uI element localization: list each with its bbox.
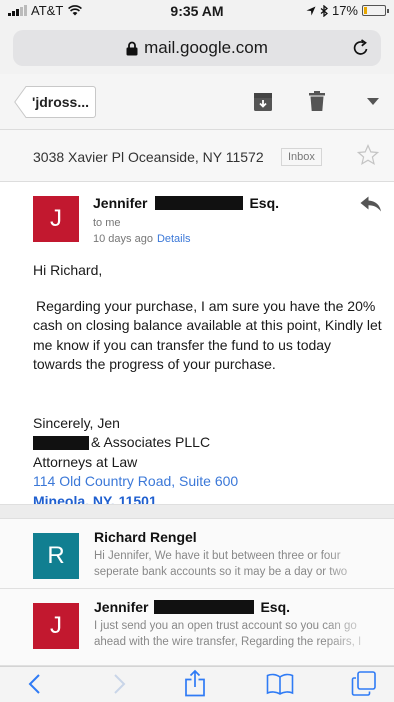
star-icon[interactable] — [357, 144, 379, 166]
forward-chevron-icon[interactable] — [113, 673, 127, 695]
sender-name: Richard Rengel — [94, 529, 197, 545]
details-link[interactable]: Details — [157, 233, 191, 245]
archive-icon[interactable] — [254, 93, 272, 111]
chevron-down-icon[interactable] — [367, 98, 379, 106]
message-body: Hi Richard, Regarding your purchase, I a… — [33, 261, 383, 511]
status-right: 17% — [306, 3, 389, 18]
thread-separator — [0, 504, 394, 519]
lock-icon — [126, 41, 138, 55]
message-paragraph: Regarding your purchase, I am sure you h… — [33, 297, 382, 373]
battery-percent: 17% — [331, 3, 358, 18]
bookmarks-icon[interactable] — [266, 673, 294, 695]
sender-suffix: Esq. — [249, 195, 280, 211]
share-icon[interactable] — [184, 669, 206, 697]
trash-icon[interactable] — [309, 91, 325, 111]
sender-first-name: Jennifer — [94, 599, 149, 615]
sender-name: Jennifer Esq. — [93, 195, 279, 211]
firm-suffix: & Associates PLLC — [91, 434, 211, 450]
address-bar[interactable]: mail.google.com — [13, 30, 381, 66]
sender-avatar: R — [33, 533, 79, 579]
message-date: 10 days ago — [93, 233, 153, 245]
date-line: 10 days ago Details — [93, 233, 191, 245]
battery-icon — [362, 5, 389, 16]
sender-name: Jennifer Esq. — [94, 599, 290, 615]
status-bar: AT&T 9:35 AM 17% — [0, 0, 394, 22]
tabs-icon[interactable] — [351, 671, 377, 697]
collapsed-message[interactable]: J Jennifer Esq. I just send you an open … — [0, 589, 394, 666]
address-link-street[interactable]: 114 Old Country Road, Suite 600 — [33, 472, 383, 492]
browser-bottom-toolbar — [0, 666, 394, 702]
browser-url-area: mail.google.com — [0, 22, 394, 74]
reload-icon[interactable] — [352, 39, 370, 57]
snippet-fade — [324, 589, 394, 665]
greeting: Hi Richard, — [33, 262, 103, 278]
sender-avatar: J — [33, 196, 79, 242]
collapsed-message[interactable]: R Richard Rengel Hi Jennifer, We have it… — [0, 519, 394, 589]
inbox-label-badge[interactable]: Inbox — [281, 148, 322, 166]
location-arrow-icon — [306, 6, 316, 15]
firm-name-line: & Associates PLLC — [33, 433, 383, 453]
url-text: mail.google.com — [144, 38, 268, 57]
snippet-fade — [324, 519, 394, 588]
sender-suffix: Esq. — [260, 599, 291, 615]
gmail-toolbar: 'jdross... — [0, 74, 394, 130]
sender-avatar: J — [33, 603, 79, 649]
sender-first-name: Jennifer — [93, 195, 148, 211]
firm-title: Attorneys at Law — [33, 453, 138, 470]
recipient-line: to me — [93, 217, 121, 229]
subject-row: 3038 Xavier Pl Oceanside, NY 11572 Inbox — [0, 130, 394, 182]
signoff: Sincerely, Jen — [33, 414, 120, 431]
redaction-bar — [33, 435, 89, 450]
redaction-bar — [155, 196, 244, 210]
back-button-label: 'jdross... — [32, 94, 90, 110]
redaction-bar — [154, 600, 255, 614]
bluetooth-icon — [320, 4, 328, 17]
back-to-inbox-button[interactable]: 'jdross... — [14, 86, 96, 118]
reply-icon[interactable] — [360, 196, 382, 212]
email-message: J Jennifer Esq. to me 10 days ago Details… — [0, 183, 394, 509]
back-chevron-icon[interactable] — [27, 673, 41, 695]
email-subject: 3038 Xavier Pl Oceanside, NY 11572 — [33, 149, 264, 165]
